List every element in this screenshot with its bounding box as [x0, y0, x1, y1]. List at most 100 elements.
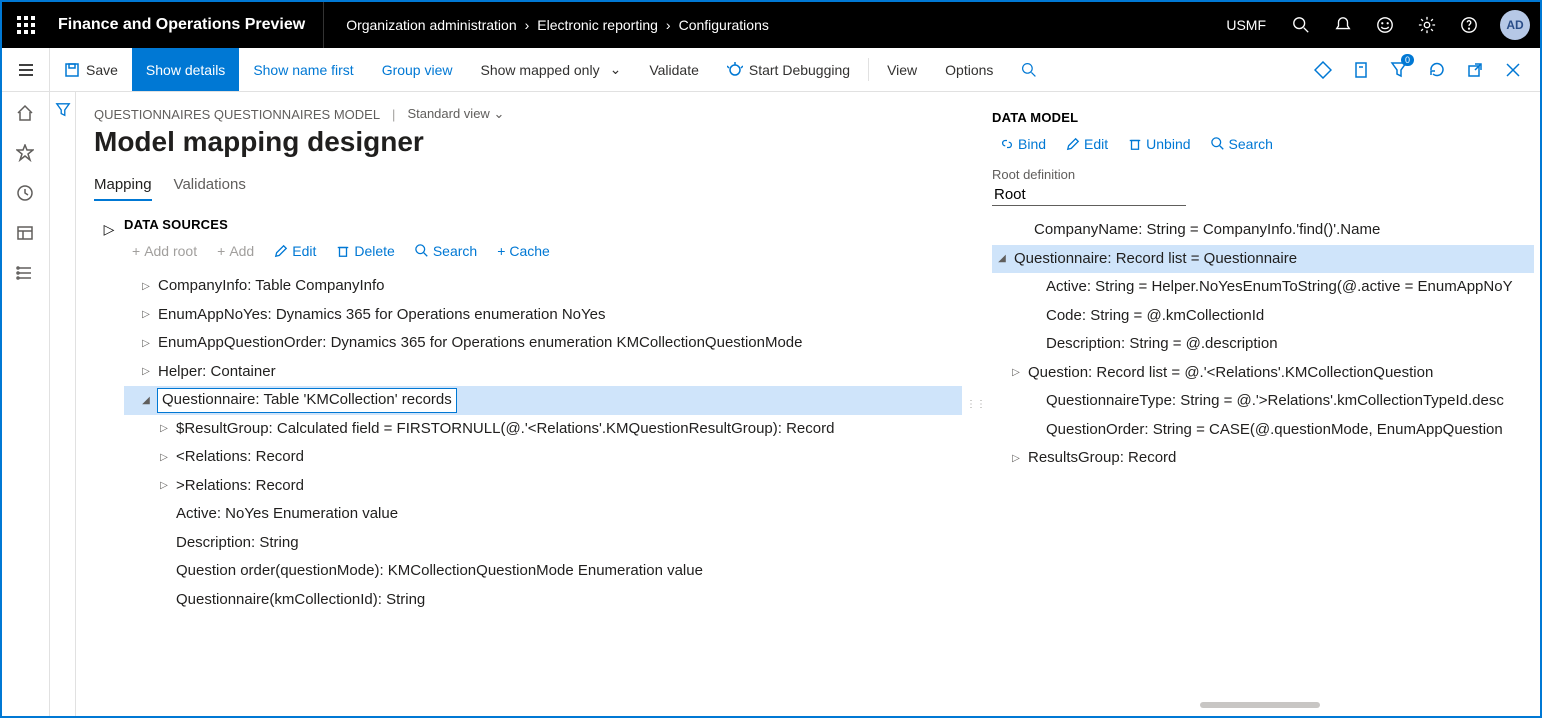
expand-icon[interactable]: ◢ [996, 251, 1008, 266]
tree-node[interactable]: ▷<Relations: Record [124, 443, 962, 472]
bind-button[interactable]: Bind [992, 133, 1054, 155]
tree-node[interactable]: Code: String = @.kmCollectionId [992, 302, 1534, 331]
view-menu[interactable]: View [873, 48, 931, 91]
tree-node-label: EnumAppNoYes: Dynamics 365 for Operation… [158, 304, 605, 327]
breadcrumb-item[interactable]: Electronic reporting [537, 17, 658, 33]
tree-node[interactable]: ◢Questionnaire: Record list = Questionna… [992, 245, 1534, 274]
tree-node[interactable]: Questionnaire(kmCollectionId): String [124, 586, 962, 615]
gear-icon[interactable] [1406, 2, 1448, 48]
tree-node[interactable]: ▷$ResultGroup: Calculated field = FIRSTO… [124, 415, 962, 444]
unbind-button[interactable]: Unbind [1120, 133, 1198, 155]
attach-icon[interactable] [1344, 48, 1378, 92]
home-icon[interactable] [16, 104, 36, 124]
filter-icon[interactable] [55, 102, 71, 716]
add-button[interactable]: +Add [209, 240, 262, 262]
tree-node[interactable]: Question order(questionMode): KMCollecti… [124, 557, 962, 586]
plus-icon: + [132, 243, 140, 259]
popout-icon[interactable] [1458, 48, 1492, 92]
expand-icon[interactable]: ▷ [158, 450, 170, 465]
show-mapped-only-dropdown[interactable]: Show mapped only ⌄ [467, 48, 636, 91]
edit-button[interactable]: Edit [266, 240, 324, 262]
search-button[interactable]: Search [1203, 133, 1281, 155]
tree-node[interactable]: Description: String [124, 529, 962, 558]
collapse-panel-icon[interactable]: ▷ [104, 221, 115, 237]
workspace-icon[interactable] [16, 224, 36, 244]
expand-icon[interactable]: ◢ [140, 393, 152, 408]
refresh-icon[interactable] [1420, 48, 1454, 92]
tree-node[interactable]: QuestionOrder: String = CASE(@.questionM… [992, 416, 1534, 445]
tree-node[interactable]: ▷ResultsGroup: Record [992, 444, 1534, 473]
expand-icon[interactable]: ▷ [1010, 365, 1022, 380]
add-root-button[interactable]: +Add root [124, 240, 205, 262]
show-mapped-only-label: Show mapped only [481, 62, 600, 78]
horizontal-scrollbar[interactable] [1200, 702, 1320, 708]
tree-node[interactable]: QuestionnaireType: String = @.'>Relation… [992, 387, 1534, 416]
filter-count-badge: 0 [1401, 54, 1414, 66]
search-button[interactable]: Search [407, 240, 485, 262]
root-definition-value[interactable]: Root [992, 184, 1186, 206]
tree-node[interactable]: ▷ CompanyInfo: Table CompanyInfo [124, 272, 962, 301]
search-command[interactable] [1007, 48, 1051, 91]
tab-validations[interactable]: Validations [174, 176, 246, 201]
splitter-handle[interactable]: ⋮⋮ [972, 92, 980, 716]
show-name-first-button[interactable]: Show name first [239, 48, 367, 91]
star-icon[interactable] [16, 144, 36, 164]
chevron-down-icon: ⌄ [493, 106, 504, 121]
modules-icon[interactable] [16, 264, 36, 284]
tree-node[interactable]: Description: String = @.description [992, 330, 1534, 359]
help-icon[interactable] [1448, 2, 1490, 48]
tree-node[interactable]: CompanyName: String = CompanyInfo.'find(… [992, 216, 1534, 245]
tab-mapping[interactable]: Mapping [94, 176, 152, 201]
root-definition-label: Root definition [992, 167, 1534, 182]
cache-button[interactable]: +Cache [489, 240, 558, 262]
expand-icon[interactable]: ▷ [140, 279, 152, 294]
tree-node[interactable]: Active: String = Helper.NoYesEnumToStrin… [992, 273, 1534, 302]
smile-icon[interactable] [1364, 2, 1406, 48]
plus-icon: + [497, 243, 505, 259]
data-sources-heading: DATA SOURCES [124, 217, 962, 232]
tree-node-label: QuestionOrder: String = CASE(@.questionM… [1046, 419, 1503, 442]
diamond-icon[interactable] [1306, 48, 1340, 92]
expand-icon[interactable]: ▷ [140, 364, 152, 379]
expand-icon[interactable]: ▷ [140, 307, 152, 322]
tree-node[interactable]: ◢Questionnaire: Table 'KMCollection' rec… [124, 386, 962, 415]
tree-node-label: EnumAppQuestionOrder: Dynamics 365 for O… [158, 332, 803, 355]
group-view-button[interactable]: Group view [368, 48, 467, 91]
tree-node-label: Question order(questionMode): KMCollecti… [176, 560, 703, 583]
options-menu[interactable]: Options [931, 48, 1007, 91]
recent-icon[interactable] [16, 184, 36, 204]
breadcrumb-item[interactable]: Configurations [679, 17, 769, 33]
chevron-down-icon: ⌄ [610, 61, 622, 78]
tree-node[interactable]: ▷ Question: Record list = @.'<Relations'.… [992, 359, 1534, 388]
expand-icon[interactable]: ▷ [158, 421, 170, 436]
avatar[interactable]: AD [1500, 10, 1530, 40]
edit-button[interactable]: Edit [1058, 133, 1116, 155]
delete-button[interactable]: Delete [328, 240, 402, 262]
save-button[interactable]: Save [50, 48, 132, 91]
company-code[interactable]: USMF [1212, 17, 1280, 33]
tree-node-label: CompanyInfo: Table CompanyInfo [158, 275, 385, 298]
close-icon[interactable] [1496, 48, 1530, 92]
tree-node[interactable]: ▷Helper: Container [124, 358, 962, 387]
nav-toggle[interactable] [2, 48, 50, 91]
expand-icon[interactable]: ▷ [1010, 451, 1022, 466]
filter-count-icon[interactable]: 0 [1382, 48, 1416, 92]
tree-node[interactable]: ▷ >Relations: Record [124, 472, 962, 501]
bell-icon[interactable] [1322, 2, 1364, 48]
tree-node[interactable]: ▷ EnumAppNoYes: Dynamics 365 for Operatio… [124, 301, 962, 330]
tree-node[interactable]: Active: NoYes Enumeration value [124, 500, 962, 529]
show-details-button[interactable]: Show details [132, 48, 239, 91]
app-launcher[interactable] [2, 2, 50, 48]
tree-node-label: CompanyName: String = CompanyInfo.'find(… [1034, 219, 1380, 242]
view-selector[interactable]: Standard view ⌄ [407, 106, 504, 122]
tree-node[interactable]: ▷ EnumAppQuestionOrder: Dynamics 365 for … [124, 329, 962, 358]
expand-icon[interactable]: ▷ [140, 336, 152, 351]
tree-node-label: Question: Record list = @.'<Relations'.K… [1028, 362, 1433, 385]
validate-button[interactable]: Validate [635, 48, 713, 91]
search-icon[interactable] [1280, 2, 1322, 48]
expand-icon[interactable]: ▷ [158, 478, 170, 493]
start-debugging-button[interactable]: Start Debugging [713, 48, 864, 91]
save-label: Save [86, 62, 118, 78]
breadcrumb-item[interactable]: Organization administration [346, 17, 516, 33]
tree-node-label: >Relations: Record [176, 475, 304, 498]
